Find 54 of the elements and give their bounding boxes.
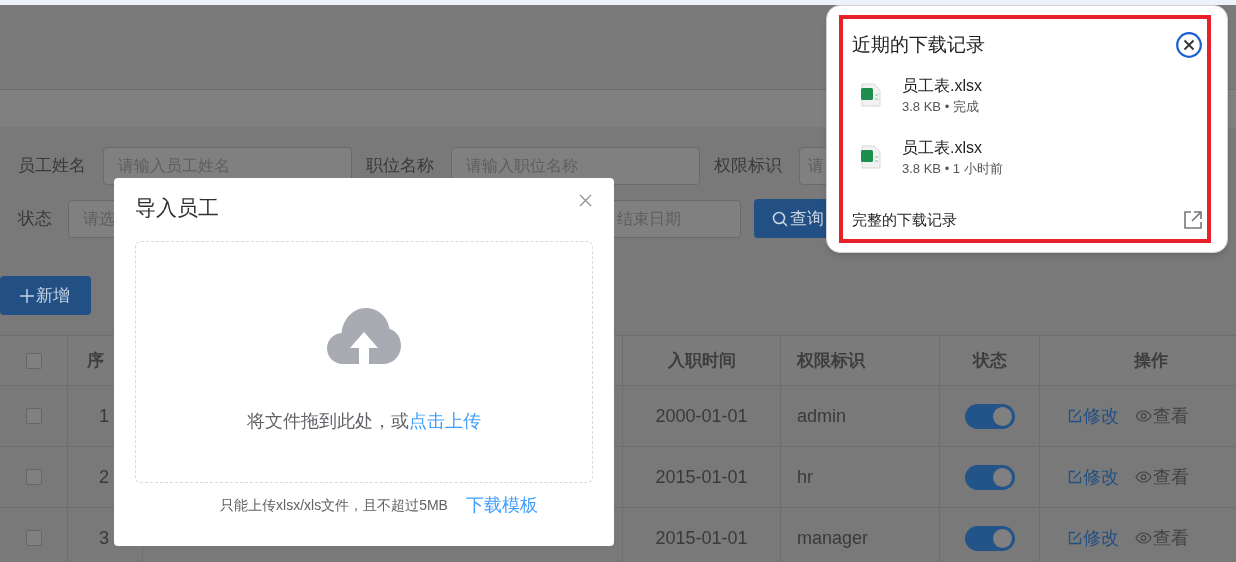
field-label: 权限标识 bbox=[714, 155, 783, 178]
file-meta: 3.8 KB • 1 小时前 bbox=[902, 159, 1003, 178]
table-cell-text: 3 bbox=[99, 526, 109, 550]
eye-icon bbox=[1135, 471, 1152, 483]
edit-icon bbox=[1068, 470, 1082, 484]
spreadsheet-file-icon bbox=[861, 144, 881, 169]
checkbox[interactable] bbox=[25, 469, 42, 485]
table-cell-text: 2000-01-01 bbox=[655, 404, 748, 428]
column-header: 权限标识 bbox=[797, 349, 865, 372]
table-cell-text: admin bbox=[797, 404, 847, 428]
spreadsheet-file-icon bbox=[861, 82, 881, 107]
dialog-title: 导入员工 bbox=[135, 195, 219, 221]
table-cell-text: 1 bbox=[99, 404, 109, 428]
field-label: 员工姓名 bbox=[18, 155, 87, 178]
upload-cloud-icon bbox=[327, 307, 401, 364]
edit-link[interactable]: 修改 bbox=[1068, 402, 1119, 430]
edit-icon bbox=[1068, 531, 1082, 545]
checkbox[interactable] bbox=[25, 530, 42, 546]
upload-hint: 只能上传xlsx/xls文件，且不超过5MB bbox=[220, 495, 448, 515]
full-history-link[interactable]: 完整的下载记录 bbox=[852, 208, 957, 231]
plus-icon bbox=[20, 288, 34, 303]
column-header: 序 bbox=[87, 349, 104, 372]
external-link-icon[interactable] bbox=[1184, 210, 1202, 229]
add-button[interactable]: 新增 bbox=[0, 276, 91, 315]
column-header: 入职时间 bbox=[667, 349, 736, 372]
eye-icon bbox=[1135, 410, 1152, 422]
table-cell-text: 2015-01-01 bbox=[655, 526, 748, 550]
checkbox[interactable] bbox=[25, 352, 42, 369]
field-label: 职位名称 bbox=[366, 155, 435, 178]
template-link[interactable]: 下载模板 bbox=[465, 491, 538, 519]
table-cell-text: 2015-01-01 bbox=[655, 465, 748, 489]
table-cell-text: manager bbox=[797, 526, 869, 550]
table-cell-text: hr bbox=[797, 465, 813, 489]
table-cell-text: 2 bbox=[99, 465, 109, 489]
field-label: 状态 bbox=[18, 207, 53, 230]
column-header: 状态 bbox=[972, 349, 1007, 372]
file-name[interactable]: 员工表.xlsx bbox=[902, 75, 982, 96]
edit-link[interactable]: 修改 bbox=[1068, 524, 1119, 552]
popup-title: 近期的下载记录 bbox=[852, 33, 985, 57]
search-icon bbox=[772, 210, 788, 227]
file-name[interactable]: 员工表.xlsx bbox=[902, 137, 1003, 158]
checkbox[interactable] bbox=[25, 408, 42, 424]
edit-link[interactable]: 修改 bbox=[1068, 463, 1119, 491]
edit-icon bbox=[1068, 409, 1082, 423]
upload-link[interactable]: 点击上传 bbox=[409, 410, 481, 431]
toggle-switch[interactable] bbox=[964, 464, 1015, 490]
toggle-switch[interactable] bbox=[964, 403, 1015, 429]
column-header: 操作 bbox=[1134, 349, 1168, 372]
toggle-switch[interactable] bbox=[964, 525, 1015, 551]
close-icon[interactable] bbox=[1176, 32, 1202, 59]
upload-dropzone[interactable]: 将文件拖到此处，或点击上传 bbox=[135, 240, 593, 483]
eye-icon bbox=[1135, 532, 1152, 544]
file-meta: 3.8 KB • 完成 bbox=[902, 97, 980, 116]
dropzone-text: 将文件拖到此处，或点击上传 bbox=[247, 409, 481, 433]
